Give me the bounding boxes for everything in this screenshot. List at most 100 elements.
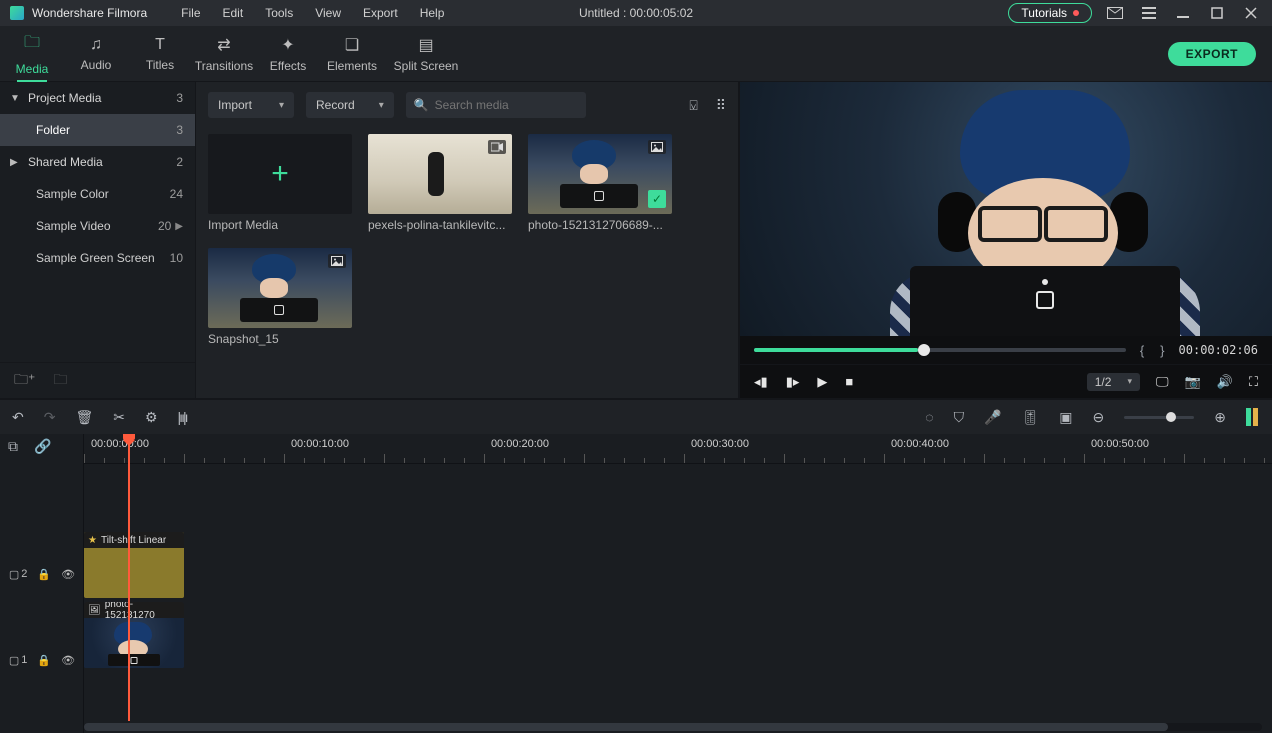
tab-media[interactable]: 🗀 Media [0,26,64,82]
grid-view-icon[interactable]: ⠿ [716,97,726,114]
undo-button[interactable]: ↶ [12,409,24,426]
menu-view[interactable]: View [305,3,351,23]
volume-icon[interactable]: 🔊 [1217,374,1233,390]
folder-icon[interactable]: 🗀 [53,369,67,393]
zoom-in-button[interactable]: ⊕ [1214,409,1226,426]
tutorials-label: Tutorials [1021,6,1067,20]
media-item[interactable]: Snapshot_15 [208,248,352,346]
tab-titles[interactable]: T Titles [128,26,192,82]
tutorials-button[interactable]: Tutorials [1008,3,1092,23]
scrubber-knob[interactable] [918,344,930,356]
sidebar-item-sample-green-screen[interactable]: Sample Green Screen 10 [0,242,195,274]
redo-button[interactable]: ↷ [44,409,56,426]
split-button[interactable]: ✂ [113,409,125,426]
preview-scrubber[interactable] [754,348,1126,352]
menu-export[interactable]: Export [353,3,408,23]
lock-icon[interactable]: 🔒 [37,654,51,667]
delete-button[interactable]: 🗑 [75,409,93,426]
preview-viewport[interactable] [740,82,1272,336]
list-icon[interactable] [1138,4,1160,22]
menu-file[interactable]: File [171,3,210,23]
tab-splitscreen[interactable]: ▤ Split Screen [384,26,468,82]
mark-in-icon[interactable]: { [1138,343,1146,358]
media-thumbnail[interactable]: ✓ [528,134,672,214]
sidebar-item-folder[interactable]: Folder 3 [0,114,195,146]
media-thumbnail[interactable] [208,248,352,328]
search-icon: 🔍 [414,98,429,112]
app-logo [10,6,24,20]
fullscreen-icon[interactable]: ⛶ [1249,374,1258,390]
media-thumbnail[interactable] [368,134,512,214]
track-header-2[interactable]: ▢2 🔒 👁 [0,556,84,592]
sidebar-item-sample-video[interactable]: Sample Video 20 ▶ [0,210,195,242]
timeline-playhead[interactable] [128,434,130,721]
sidebar-item-project-media[interactable]: ▼ Project Media 3 [0,82,195,114]
filter-icon[interactable]: ⍌ [689,97,697,114]
stop-button[interactable]: ■ [845,374,853,389]
timeline-toolbar: ↶ ↷ 🗑 ✂ ⚙ |ıı|ı ◌ ⛉ 🎤 🎚 ▣ ⊖ ⊕ [0,398,1272,434]
media-panel: Import ▾ Record ▾ 🔍 ⍌ ⠿ + Import Media [196,82,740,398]
play-button[interactable]: ▶ [817,374,827,390]
export-button[interactable]: EXPORT [1168,42,1256,66]
import-dropdown[interactable]: Import ▾ [208,92,294,118]
sidebar-label: Project Media [28,91,101,105]
media-toolbar: Import ▾ Record ▾ 🔍 ⍌ ⠿ [196,82,738,128]
eye-icon[interactable]: 👁 [61,568,75,581]
preview-panel: { } 00:00:02:06 ◂▮ ▮▸ ▶ ■ 1/2 ▾ 🖵 📷 🔊 ⛶ [740,82,1272,398]
next-frame-button[interactable]: ▮▸ [786,374,800,390]
track-size-icon[interactable] [1246,408,1260,426]
maximize-button[interactable] [1206,4,1228,22]
mark-out-icon[interactable]: } [1158,343,1166,358]
media-item[interactable]: ✓ photo-1521312706689-... [528,134,672,232]
scrollbar-thumb[interactable] [84,723,1168,731]
menu-help[interactable]: Help [410,3,455,23]
prev-frame-button[interactable]: ◂▮ [754,374,768,390]
timeline-clip-effect[interactable]: ★Tilt-shift Linear [84,532,184,598]
quality-select[interactable]: 1/2 ▾ [1087,373,1140,391]
import-media-tile[interactable]: + [208,134,352,214]
render-icon[interactable]: ◌ [925,409,933,425]
media-item[interactable]: pexels-polina-tankilevitc... [368,134,512,232]
chevron-down-icon: ▾ [1127,376,1132,387]
link-icon[interactable]: 🔗 [34,438,51,455]
display-icon[interactable]: 🖵 [1156,374,1169,390]
record-dropdown[interactable]: Record ▾ [306,92,394,118]
search-media[interactable]: 🔍 [406,92,586,118]
adjust-icon[interactable]: ⚙ [145,409,158,426]
media-label: Import Media [208,218,352,232]
sidebar-item-shared-media[interactable]: ▶ Shared Media 2 [0,146,195,178]
eye-icon[interactable]: 👁 [61,654,75,667]
transitions-icon: ⇄ [217,35,230,55]
audio-mixer-icon[interactable]: 🎚 [1022,409,1040,426]
voiceover-icon[interactable]: 🎤 [984,409,1001,426]
new-folder-icon[interactable]: 🗀⁺ [14,369,35,393]
match-frame-icon[interactable]: ⧉ [8,438,18,455]
crop-icon[interactable]: ▣ [1059,409,1072,426]
marker-icon[interactable]: ⛉ [954,409,965,426]
tab-effects[interactable]: ✦ Effects [256,26,320,82]
tab-transitions[interactable]: ⇄ Transitions [192,26,256,82]
timeline-ruler[interactable]: 00:00:00:00 00:00:10:00 00:00:20:00 00:0… [84,434,1272,464]
tab-audio[interactable]: ♫ Audio [64,26,128,82]
menu-tools[interactable]: Tools [255,3,303,23]
waveform-icon[interactable]: |ıı|ı [178,409,187,425]
menu-edit[interactable]: Edit [213,3,254,23]
mail-icon[interactable] [1104,4,1126,22]
tab-elements[interactable]: ❏ Elements [320,26,384,82]
minimize-button[interactable] [1172,4,1194,22]
music-icon: ♫ [90,36,102,54]
sidebar-item-sample-color[interactable]: Sample Color 24 [0,178,195,210]
close-button[interactable] [1240,4,1262,22]
sidebar-label: Sample Green Screen [36,251,155,265]
lock-icon[interactable]: 🔒 [37,568,51,581]
snapshot-icon[interactable]: 📷 [1185,374,1201,390]
timeline-scrollbar[interactable] [84,723,1262,731]
search-input[interactable] [435,98,578,112]
clip-label: Tilt-shift Linear [101,535,166,546]
media-item-import[interactable]: + Import Media [208,134,352,232]
zoom-slider[interactable] [1124,416,1194,419]
timeline-clip-video[interactable]: 🖼photo-152131270 [84,602,184,668]
track-header-1[interactable]: ▢1 🔒 👁 [0,642,84,678]
video-badge-icon [488,140,506,154]
zoom-out-button[interactable]: ⊖ [1093,409,1105,426]
